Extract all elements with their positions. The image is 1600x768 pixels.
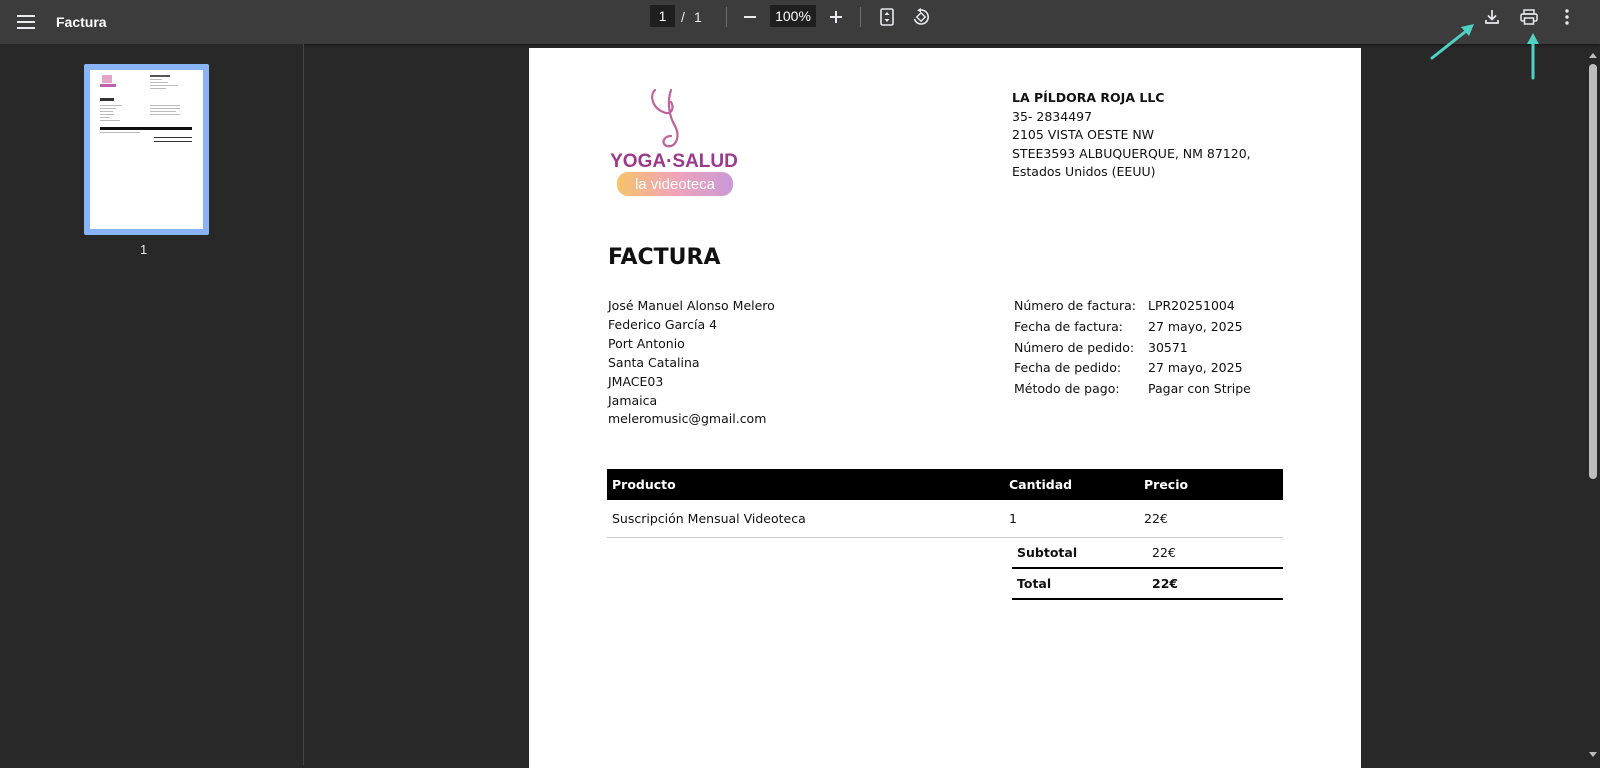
order-number-value: 30571 — [1148, 339, 1188, 355]
company-city: STEE3593 ALBUQUERQUE, NM 87120, — [1012, 145, 1251, 161]
invoice-number-label: Número de factura: — [1014, 298, 1136, 313]
scroll-down-arrow-icon[interactable] — [1589, 752, 1597, 757]
table-row: Suscripción Mensual Videoteca 1 22€ — [607, 500, 1283, 538]
payment-method-label: Método de pago: — [1014, 381, 1120, 397]
page-total: 1 — [694, 9, 702, 25]
company-country: Estados Unidos (EEUU) — [1012, 164, 1156, 180]
company-address: LA PÍLDORA ROJA LLC 35- 2834497 2105 VIS… — [1012, 89, 1251, 182]
invoice-detail-row: Número de factura: LPR20251004 — [1014, 298, 1251, 319]
table-header-row: Producto Cantidad Precio — [607, 469, 1283, 500]
item-price: 22€ — [1139, 500, 1283, 538]
total-label: Total — [1017, 576, 1052, 591]
annotation-arrowhead — [1527, 33, 1539, 44]
zoom-in-button[interactable] — [823, 4, 849, 30]
items-table: Producto Cantidad Precio Suscripción Men… — [607, 469, 1283, 538]
column-header-product: Producto — [607, 469, 1004, 500]
yoga-salud-logo: YOGA·SALUD la videoteca — [610, 88, 738, 196]
invoice-detail-row: Fecha de factura: 27 mayo, 2025 — [1014, 319, 1251, 340]
invoice-date-value: 27 mayo, 2025 — [1148, 318, 1243, 334]
order-number-label: Número de pedido: — [1014, 339, 1135, 355]
order-date-label: Fecha de pedido: — [1014, 360, 1122, 376]
invoice-detail-row: Número de pedido: 30571 — [1014, 340, 1251, 361]
subtotal-value: 22€ — [1152, 545, 1176, 560]
rotate-icon — [913, 8, 929, 25]
page-separator: / — [681, 9, 685, 25]
item-quantity: 1 — [1004, 500, 1139, 538]
total-row: Total 22€ — [1012, 569, 1283, 600]
zoom-level-input[interactable] — [770, 5, 816, 27]
thumbnail-sidebar: 1 — [0, 44, 304, 765]
zoom-in-icon — [830, 11, 842, 23]
fit-page-icon — [880, 8, 894, 26]
company-name: LA PÍLDORA ROJA LLC — [1012, 90, 1165, 105]
hamburger-menu-icon[interactable] — [12, 8, 40, 36]
scrollbar-thumb[interactable] — [1589, 64, 1597, 479]
document-title: Factura — [56, 14, 107, 30]
company-tax-id: 35- 2834497 — [1012, 108, 1093, 124]
column-header-price: Precio — [1139, 469, 1283, 500]
invoice-title: FACTURA — [608, 245, 721, 270]
more-options-icon — [1565, 9, 1569, 25]
ys-monogram — [651, 88, 679, 148]
invoice-detail-row: Fecha de pedido: 27 mayo, 2025 — [1014, 360, 1251, 381]
vertical-scrollbar[interactable] — [1586, 48, 1600, 765]
rotate-button[interactable] — [908, 4, 934, 30]
toolbar-divider — [860, 7, 861, 27]
annotation-arrows — [1430, 24, 1539, 80]
thumbnail-page-number: 1 — [140, 242, 148, 257]
payment-method-value: Pagar con Stripe — [1148, 381, 1251, 397]
client-region: Santa Catalina — [608, 354, 700, 370]
more-options-button[interactable] — [1554, 4, 1580, 30]
invoice-date-label: Fecha de factura: — [1014, 318, 1123, 334]
zoom-out-button[interactable] — [737, 4, 763, 30]
invoice-detail-row: Método de pago: Pagar con Stripe — [1014, 381, 1251, 402]
total-value: 22€ — [1152, 576, 1179, 591]
column-header-quantity: Cantidad — [1004, 469, 1139, 500]
client-name: José Manuel Alonso Melero — [608, 298, 775, 313]
client-email: meleromusic@gmail.com — [608, 411, 767, 427]
order-date-value: 27 mayo, 2025 — [1148, 360, 1243, 376]
company-street: 2105 VISTA OESTE NW — [1012, 127, 1155, 143]
pdf-page: YOGA·SALUD la videoteca LA PÍLDORA ROJA … — [529, 48, 1361, 768]
client-country: Jamaica — [608, 392, 658, 408]
logo-brand-text: YOGA·SALUD — [610, 151, 738, 172]
zoom-out-icon — [744, 16, 756, 18]
client-postcode: JMACE03 — [608, 373, 664, 389]
logo-tagline-text: la videoteca — [635, 176, 716, 193]
invoice-details: Número de factura: LPR20251004 Fecha de … — [1014, 298, 1251, 402]
annotation-arrow-download — [1430, 26, 1472, 60]
subtotal-label: Subtotal — [1017, 545, 1078, 560]
page-thumbnail[interactable] — [84, 64, 209, 235]
client-city: Port Antonio — [608, 335, 685, 351]
page-number-input[interactable] — [650, 5, 675, 27]
client-street: Federico García 4 — [608, 316, 718, 332]
invoice-number-value: LPR20251004 — [1148, 298, 1235, 313]
client-address: José Manuel Alonso Melero Federico Garcí… — [608, 297, 775, 429]
scroll-up-arrow-icon[interactable] — [1589, 53, 1597, 58]
pdf-toolbar: Factura / 1 — [0, 0, 1600, 44]
fit-page-button[interactable] — [874, 4, 900, 30]
totals-block: Subtotal 22€ Total 22€ — [1012, 538, 1283, 600]
subtotal-row: Subtotal 22€ — [1012, 538, 1283, 569]
toolbar-divider — [726, 7, 727, 27]
thumbnail-logo — [102, 75, 112, 83]
item-product: Suscripción Mensual Videoteca — [607, 500, 1004, 538]
